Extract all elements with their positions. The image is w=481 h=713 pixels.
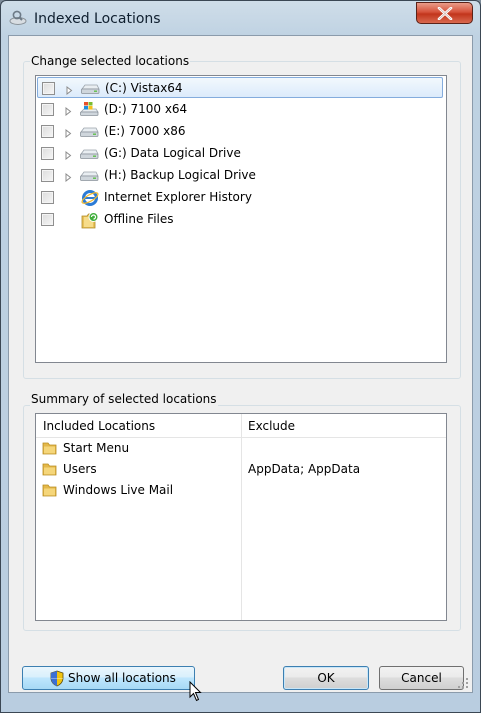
location-checkbox[interactable] — [41, 103, 54, 116]
location-label: (C:) Vistax64 — [105, 81, 183, 95]
expand-arrow-icon[interactable] — [65, 127, 72, 141]
summary-row[interactable]: Users AppData; AppData — [36, 459, 446, 480]
included-location: Start Menu — [63, 441, 130, 455]
location-checkbox[interactable] — [41, 213, 54, 226]
folder-icon — [42, 482, 58, 501]
show-all-locations-button[interactable]: Show all locations — [22, 666, 202, 702]
included-locations-header[interactable]: Included Locations — [43, 419, 155, 433]
expand-arrow-icon[interactable] — [65, 105, 72, 119]
location-label: (G:) Data Logical Drive — [104, 146, 241, 160]
drive-icon — [79, 145, 99, 164]
close-button[interactable] — [416, 2, 473, 24]
expand-arrow-icon[interactable] — [66, 84, 73, 98]
folder-icon — [42, 440, 58, 459]
indexed-locations-window: Indexed Locations Change selected locati… — [0, 0, 481, 713]
location-label: (D:) 7100 x64 — [104, 102, 188, 116]
tree-row[interactable]: (C:) Vistax64 — [37, 77, 443, 98]
drive-icon — [80, 80, 100, 99]
location-checkbox[interactable] — [42, 82, 55, 95]
indexing-icon — [9, 10, 27, 25]
tree-row[interactable]: (D:) 7100 x64 — [37, 99, 443, 120]
locations-tree[interactable]: (C:) Vistax64 (D:) 7100 x64 (E:) 7000 x86 (… — [35, 75, 447, 363]
offline-files-icon — [81, 211, 99, 233]
tree-row[interactable]: Internet Explorer History — [37, 187, 443, 208]
location-label: Offline Files — [104, 212, 174, 226]
windows-drive-icon — [79, 101, 99, 120]
title-bar[interactable]: Indexed Locations — [1, 1, 480, 35]
tree-row[interactable]: (E:) 7000 x86 — [37, 121, 443, 142]
resize-grip-icon[interactable] — [457, 677, 469, 689]
location-checkbox[interactable] — [41, 169, 54, 182]
location-checkbox[interactable] — [41, 191, 54, 204]
drive-icon — [79, 123, 99, 142]
expand-arrow-icon[interactable] — [65, 149, 72, 163]
summary-row[interactable]: Windows Live Mail — [36, 480, 446, 501]
drive-icon — [79, 167, 99, 186]
internet-explorer-icon — [81, 189, 99, 210]
included-location: Windows Live Mail — [63, 483, 174, 497]
window-title: Indexed Locations — [34, 11, 161, 27]
cancel-button[interactable]: Cancel — [379, 666, 464, 690]
location-label: (H:) Backup Logical Drive — [104, 168, 256, 182]
exclude-header[interactable]: Exclude — [248, 419, 295, 433]
tree-row[interactable]: (G:) Data Logical Drive — [37, 143, 443, 164]
dialog-client-area: Change selected locations (C:) Vistax64(… — [8, 35, 473, 702]
tree-row[interactable]: (H:) Backup Logical Drive — [37, 165, 443, 186]
tree-row[interactable]: Offline Files — [37, 209, 443, 230]
show-all-locations-label: Show all locations — [68, 671, 176, 685]
close-icon — [437, 7, 453, 20]
summary-label: Summary of selected locations — [30, 392, 218, 406]
location-label: Internet Explorer History — [104, 190, 252, 204]
ok-button[interactable]: OK — [283, 666, 369, 690]
summary-list[interactable]: Included Locations Exclude Start Menu Use… — [35, 413, 447, 621]
folder-icon — [42, 461, 58, 480]
summary-row[interactable]: Start Menu — [36, 438, 446, 459]
change-locations-label: Change selected locations — [30, 54, 191, 68]
mouse-cursor-icon — [189, 681, 202, 702]
location-checkbox[interactable] — [41, 125, 54, 138]
exclude-value: AppData; AppData — [248, 462, 361, 476]
shield-icon — [50, 670, 64, 687]
location-checkbox[interactable] — [41, 147, 54, 160]
included-location: Users — [63, 462, 97, 476]
expand-arrow-icon[interactable] — [65, 171, 72, 185]
location-label: (E:) 7000 x86 — [104, 124, 186, 138]
